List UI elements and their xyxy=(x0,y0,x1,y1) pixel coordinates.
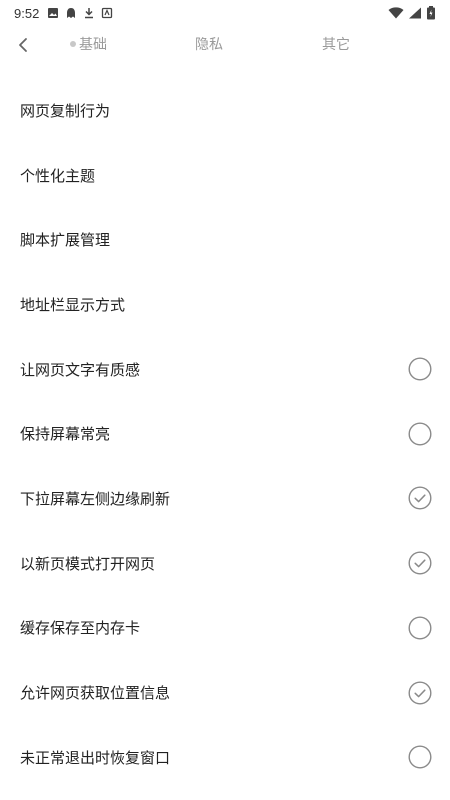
circle-checkbox-unchecked[interactable] xyxy=(408,357,432,381)
setting-allow-location: 允许网页获取位置信息 xyxy=(0,660,450,725)
back-button[interactable] xyxy=(10,32,36,58)
setting-page-copy-behavior[interactable]: 网页复制行为 xyxy=(0,78,450,143)
setting-open-in-new-page: 以新页模式打开网页 xyxy=(0,531,450,596)
tab-basic[interactable]: 基础 xyxy=(70,34,107,54)
app-icon xyxy=(101,7,113,19)
circle-checkbox-checked[interactable] xyxy=(408,681,432,705)
setting-label: 未正常退出时恢复窗口 xyxy=(20,748,171,767)
setting-label: 保持屏幕常亮 xyxy=(20,425,111,444)
circle-checkbox-unchecked[interactable] xyxy=(408,745,432,769)
status-icons-left xyxy=(47,7,113,19)
setting-label: 地址栏显示方式 xyxy=(20,295,126,314)
download-icon xyxy=(83,7,95,19)
setting-cache-to-sd-card: 缓存保存至内存卡 xyxy=(0,596,450,661)
chevron-left-icon xyxy=(19,38,27,52)
setting-label: 个性化主题 xyxy=(20,166,96,185)
circle-checkbox-unchecked[interactable] xyxy=(408,422,432,446)
tab-privacy[interactable]: 隐私 xyxy=(195,34,223,54)
tab-bar: 基础 隐私 其它 xyxy=(0,28,450,62)
active-tab-dot xyxy=(70,41,76,47)
status-icons-right xyxy=(388,6,436,20)
tab-other[interactable]: 其它 xyxy=(322,34,350,54)
setting-script-extension[interactable]: 脚本扩展管理 xyxy=(0,207,450,272)
tab-privacy-label: 隐私 xyxy=(195,37,223,53)
setting-label: 缓存保存至内存卡 xyxy=(20,619,141,638)
wifi-icon xyxy=(388,7,404,19)
circle-checkbox-checked[interactable] xyxy=(408,486,432,510)
battery-icon xyxy=(426,6,436,20)
setting-address-bar-mode[interactable]: 地址栏显示方式 xyxy=(0,272,450,337)
setting-keep-screen-on: 保持屏幕常亮 xyxy=(0,401,450,466)
setting-text-texture: 让网页文字有质感 xyxy=(0,337,450,402)
setting-label: 脚本扩展管理 xyxy=(20,231,111,250)
settings-list: 网页复制行为 个性化主题 脚本扩展管理 地址栏显示方式 让网页文字有质感 保持屏… xyxy=(0,78,450,790)
signal-icon xyxy=(408,7,422,19)
status-time: 9:52 xyxy=(14,5,40,21)
status-bar: 9:52 xyxy=(0,0,450,26)
setting-label: 以新页模式打开网页 xyxy=(20,554,156,573)
setting-label: 让网页文字有质感 xyxy=(20,360,141,379)
tab-other-label: 其它 xyxy=(322,37,350,53)
setting-edge-pull-refresh: 下拉屏幕左侧边缘刷新 xyxy=(0,466,450,531)
ghost-icon xyxy=(65,7,77,19)
setting-label: 网页复制行为 xyxy=(20,101,111,120)
setting-label: 允许网页获取位置信息 xyxy=(20,684,171,703)
setting-restore-windows: 未正常退出时恢复窗口 xyxy=(0,725,450,790)
setting-personalized-theme[interactable]: 个性化主题 xyxy=(0,143,450,208)
circle-checkbox-checked[interactable] xyxy=(408,551,432,575)
setting-label: 下拉屏幕左侧边缘刷新 xyxy=(20,489,171,508)
image-icon xyxy=(47,7,59,19)
circle-checkbox-unchecked[interactable] xyxy=(408,616,432,640)
tab-basic-label: 基础 xyxy=(79,37,107,53)
